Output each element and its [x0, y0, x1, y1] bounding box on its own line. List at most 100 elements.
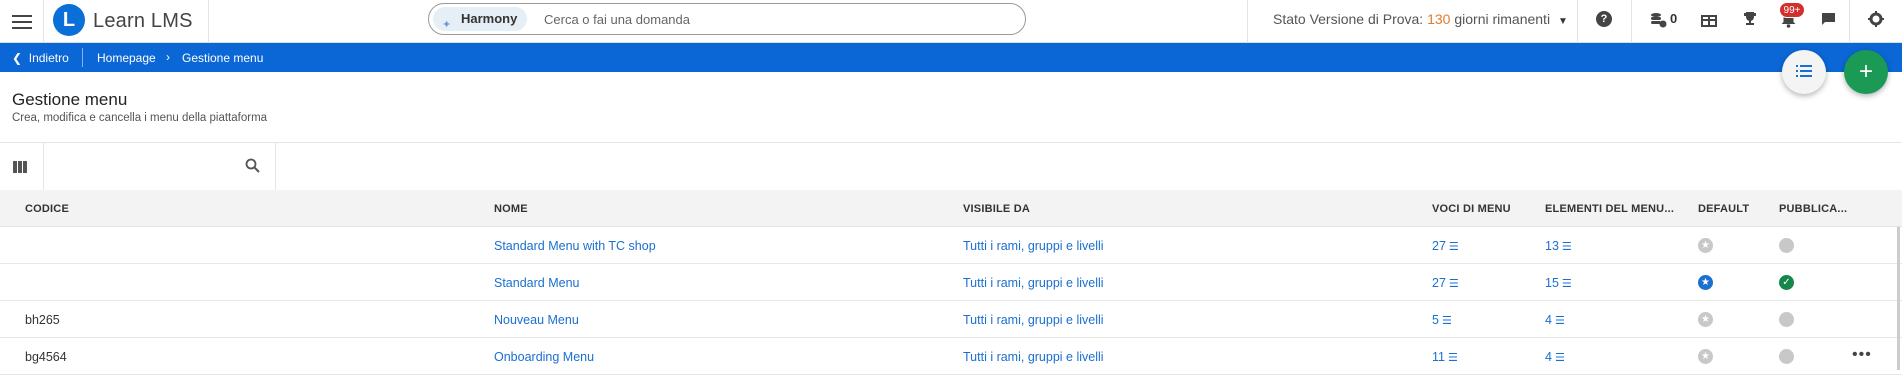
- cell-name-link[interactable]: Standard Menu with TC shop: [494, 239, 656, 253]
- cell-name-link[interactable]: Nouveau Menu: [494, 313, 579, 327]
- divider: [1577, 0, 1578, 43]
- notifications-badge: 99+: [1779, 2, 1805, 18]
- harmony-label: Harmony: [461, 11, 518, 26]
- cell-voices-link[interactable]: 11 ☰: [1432, 350, 1458, 364]
- divider: [275, 143, 276, 191]
- cell-voices-link[interactable]: 27 ☰: [1432, 239, 1459, 253]
- table-search-input[interactable]: [52, 153, 232, 181]
- top-bar: L Learn LMS ✦ Harmony Cerca o fai una do…: [0, 0, 1902, 43]
- voices-count: 27: [1432, 276, 1446, 290]
- trial-suffix: giorni rimanenti: [1454, 11, 1551, 27]
- table-toolbar: [0, 142, 1902, 191]
- list-icon: ☰: [1554, 352, 1565, 364]
- cell-visible-link[interactable]: Tutti i rami, gruppi e livelli: [963, 239, 1104, 253]
- back-link[interactable]: ❮ Indietro: [12, 51, 69, 65]
- cell-elements-link[interactable]: 4 ☰: [1545, 350, 1565, 364]
- cell-visible-link[interactable]: Tutti i rami, gruppi e livelli: [963, 313, 1104, 327]
- chat-icon[interactable]: [1821, 12, 1836, 27]
- harmony-chip[interactable]: ✦ Harmony: [433, 7, 528, 31]
- list-icon: ☰: [1447, 352, 1458, 364]
- harmony-icon: ✦: [442, 19, 452, 31]
- divider: [1849, 0, 1850, 43]
- divider: [43, 0, 44, 43]
- elements-count: 15: [1545, 276, 1559, 290]
- header-visible[interactable]: VISIBILE DA: [963, 203, 1030, 215]
- table-header: CODICE NOME VISIBILE DA VOCI DI MENU ELE…: [0, 190, 1902, 227]
- header-name[interactable]: NOME: [494, 203, 528, 215]
- trophy-icon[interactable]: [1742, 11, 1758, 27]
- header-default[interactable]: DEFAULT: [1698, 203, 1749, 215]
- search-placeholder[interactable]: Cerca o fai una domanda: [544, 12, 690, 27]
- cell-voices-link[interactable]: 27 ☰: [1432, 276, 1459, 290]
- published-status-icon[interactable]: [1779, 349, 1794, 364]
- cell-visible-link[interactable]: Tutti i rami, gruppi e livelli: [963, 350, 1104, 364]
- published-status-icon[interactable]: [1779, 238, 1794, 253]
- cell-elements-link[interactable]: 13 ☰: [1545, 239, 1572, 253]
- divider: [208, 0, 209, 43]
- trial-status-dropdown[interactable]: Stato Versione di Prova: 130 giorni rima…: [1273, 11, 1568, 27]
- table-row[interactable]: bg4564 Onboarding Menu Tutti i rami, gru…: [0, 338, 1902, 375]
- published-check-icon[interactable]: ✓: [1779, 275, 1794, 290]
- cell-visible-link[interactable]: Tutti i rami, gruppi e livelli: [963, 276, 1104, 290]
- table-row[interactable]: Standard Menu with TC shop Tutti i rami,…: [0, 227, 1902, 264]
- divider: [82, 48, 83, 67]
- columns-icon[interactable]: [13, 160, 28, 173]
- elements-count: 4: [1545, 350, 1552, 364]
- list-icon: ☰: [1561, 278, 1572, 290]
- help-icon[interactable]: ?: [1596, 11, 1612, 27]
- chevron-left-icon: ❮: [12, 51, 23, 65]
- cell-name-link[interactable]: Standard Menu: [494, 276, 579, 290]
- cell-elements-link[interactable]: 15 ☰: [1545, 276, 1572, 290]
- header-published[interactable]: PUBBLICA...: [1779, 203, 1847, 215]
- table-row[interactable]: Standard Menu Tutti i rami, gruppi e liv…: [0, 264, 1902, 301]
- divider: [1247, 0, 1248, 43]
- published-status-icon[interactable]: [1779, 312, 1794, 327]
- list-icon: ☰: [1448, 278, 1459, 290]
- coins-icon[interactable]: [1650, 12, 1667, 28]
- table-row[interactable]: bh265 Nouveau Menu Tutti i rami, gruppi …: [0, 301, 1902, 338]
- header-voices[interactable]: VOCI DI MENU: [1432, 203, 1511, 215]
- coins-count: 0: [1670, 11, 1678, 26]
- list-icon: ☰: [1441, 315, 1452, 327]
- voices-count: 11: [1432, 350, 1445, 364]
- gift-icon[interactable]: [1701, 12, 1717, 27]
- divider: [43, 143, 44, 191]
- cell-elements-link[interactable]: 4 ☰: [1545, 313, 1565, 327]
- back-label: Indietro: [28, 51, 69, 65]
- elements-count: 13: [1545, 239, 1559, 253]
- cell-code: bg4564: [25, 350, 67, 364]
- breadcrumb-current: Gestione menu: [182, 51, 264, 65]
- caret-down-icon: ▼: [1557, 16, 1568, 27]
- more-actions-icon[interactable]: •••: [1852, 346, 1872, 364]
- list-icon: ☰: [1448, 241, 1459, 253]
- divider: [1631, 0, 1632, 43]
- list-view-button[interactable]: [1782, 50, 1826, 94]
- page-title: Gestione menu: [12, 90, 128, 109]
- menu-icon[interactable]: [12, 12, 32, 30]
- trial-prefix: Stato Versione di Prova:: [1273, 11, 1424, 27]
- cell-code: bh265: [25, 313, 60, 327]
- search-icon[interactable]: [245, 158, 260, 173]
- gear-icon[interactable]: [1868, 11, 1884, 27]
- list-icon: ☰: [1554, 315, 1565, 327]
- trial-days: 130: [1427, 11, 1451, 27]
- logo-icon[interactable]: L: [53, 4, 85, 36]
- default-star-icon[interactable]: ★: [1698, 312, 1713, 327]
- scrollbar[interactable]: [1897, 227, 1900, 370]
- breadcrumb-home[interactable]: Homepage: [97, 51, 156, 65]
- breadcrumb: ❮ Indietro Homepage › Gestione menu: [0, 43, 1902, 72]
- header-elements[interactable]: ELEMENTI DEL MENU...: [1545, 203, 1674, 215]
- default-star-icon[interactable]: ★: [1698, 275, 1713, 290]
- page-subtitle: Crea, modifica e cancella i menu della p…: [12, 112, 268, 124]
- cell-name-link[interactable]: Onboarding Menu: [494, 350, 594, 364]
- add-menu-button[interactable]: +: [1844, 50, 1888, 94]
- app-name[interactable]: Learn LMS: [93, 10, 193, 33]
- header-code[interactable]: CODICE: [25, 203, 69, 215]
- list-icon: [1796, 65, 1812, 77]
- plus-icon: +: [1858, 58, 1873, 85]
- cell-voices-link[interactable]: 5 ☰: [1432, 313, 1452, 327]
- default-star-icon[interactable]: ★: [1698, 238, 1713, 253]
- global-search[interactable]: ✦ Harmony Cerca o fai una domanda: [428, 3, 1026, 35]
- list-icon: ☰: [1561, 241, 1572, 253]
- default-star-icon[interactable]: ★: [1698, 349, 1713, 364]
